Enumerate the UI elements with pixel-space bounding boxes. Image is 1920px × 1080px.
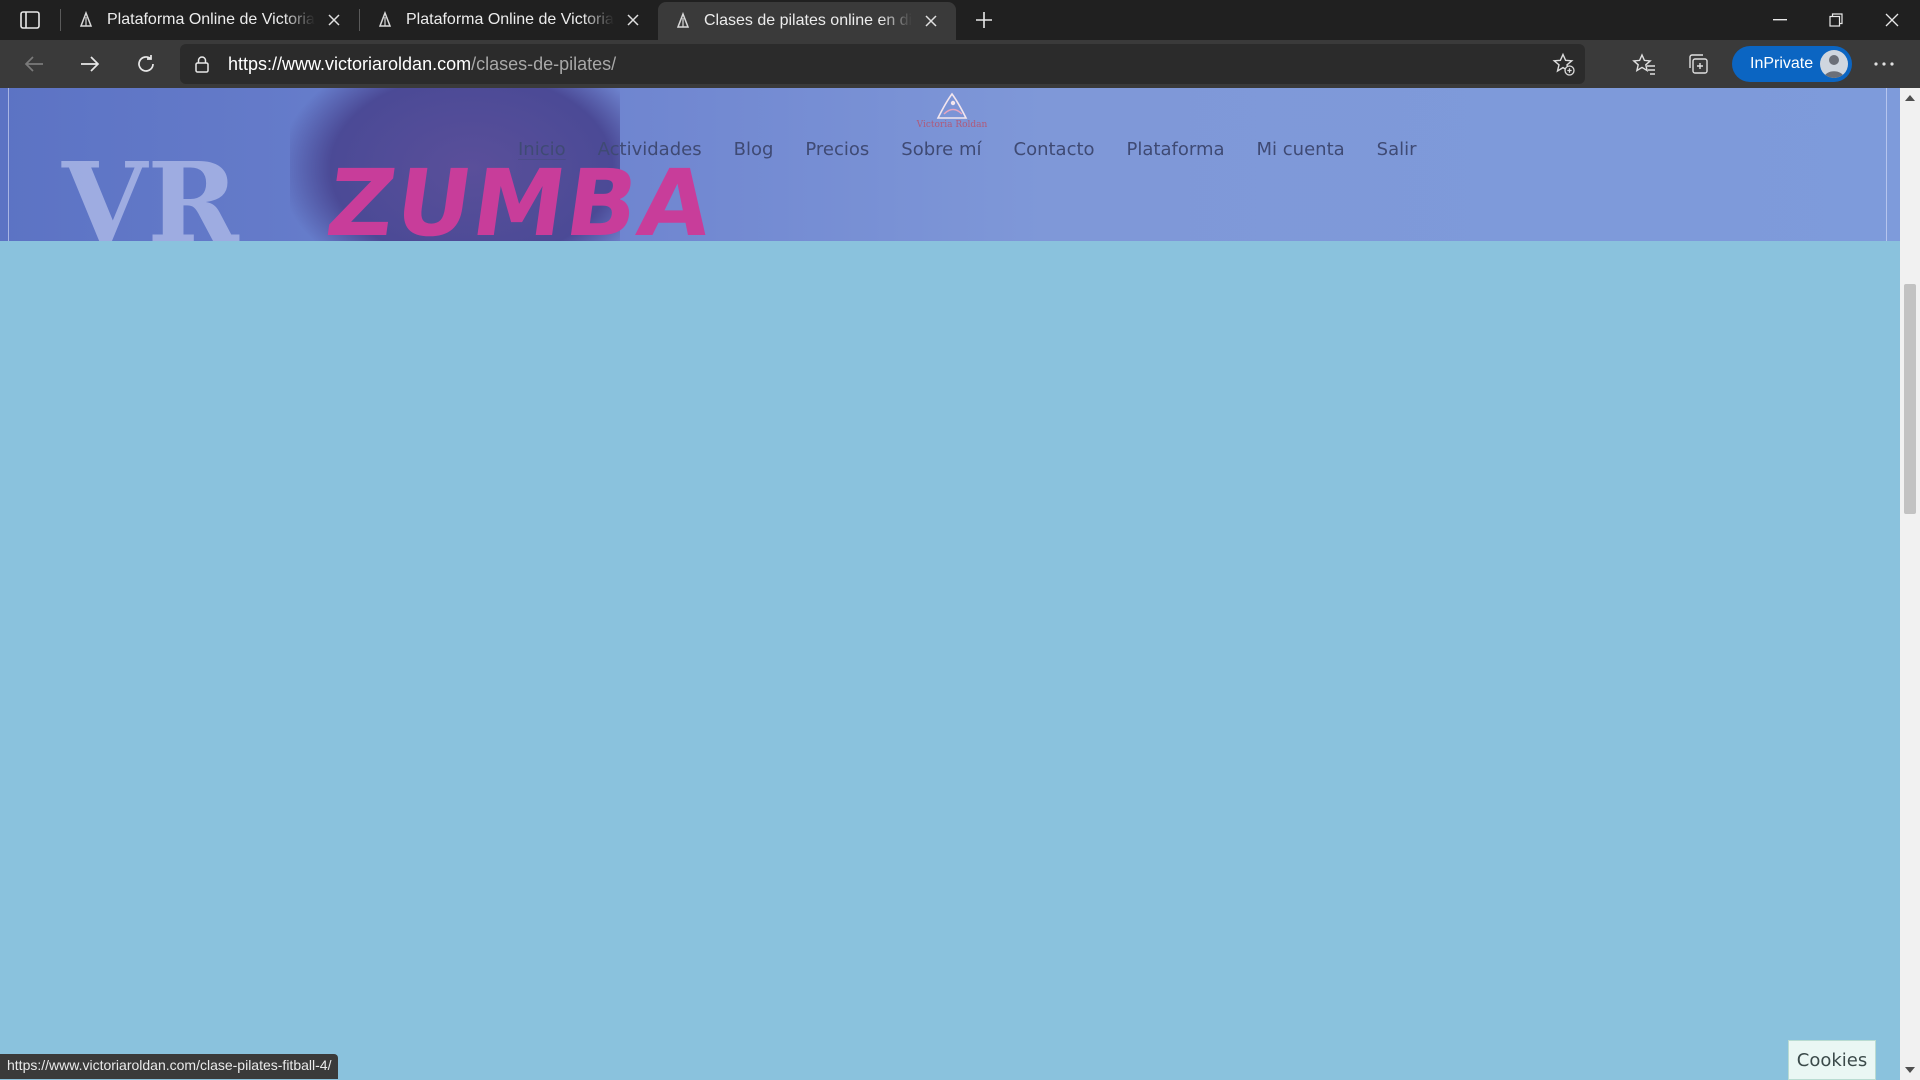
tab-strip: Plataforma Online de Victoria Roldán Pla… xyxy=(0,0,1920,40)
menu-item-contacto[interactable]: Contacto xyxy=(1014,139,1095,160)
refresh-icon xyxy=(138,55,154,72)
header-edge-left xyxy=(8,88,12,241)
logo-figure-icon xyxy=(936,92,968,119)
tab-0[interactable]: Plataforma Online de Victoria Roldán xyxy=(61,0,359,40)
site-favicon-icon xyxy=(79,11,93,27)
restore-button[interactable] xyxy=(1808,0,1864,40)
tab-1[interactable]: Plataforma Online de Victoria Roldán xyxy=(360,0,658,40)
inprivate-button[interactable]: InPrivate xyxy=(1732,46,1852,82)
status-bar-url: https://www.victoriaroldan.com/clase-pil… xyxy=(0,1054,339,1079)
scrollbar-thumb[interactable] xyxy=(1904,284,1916,514)
minimize-icon xyxy=(1773,19,1787,21)
favorites-button[interactable] xyxy=(1624,44,1664,84)
page-scrollbar[interactable] xyxy=(1900,88,1920,1080)
close-icon xyxy=(1885,13,1899,27)
site-logo[interactable]: Victoria Roldan xyxy=(912,92,992,136)
settings-more-button[interactable] xyxy=(1864,44,1904,84)
tab-close-icon[interactable] xyxy=(920,10,942,32)
logo-text: Victoria Roldan xyxy=(916,120,988,130)
close-window-button[interactable] xyxy=(1864,0,1920,40)
window-controls xyxy=(1752,0,1920,40)
tab-title: Plataforma Online de Victoria Roldán xyxy=(406,11,614,28)
collections-icon xyxy=(1689,54,1708,74)
site-header: ZUMBA VR Victoria Roldan Inicio Activida… xyxy=(0,88,1900,241)
reload-button[interactable] xyxy=(124,42,168,86)
tab-actions-button[interactable] xyxy=(0,0,60,40)
inprivate-label: InPrivate xyxy=(1750,55,1814,72)
cookies-button[interactable]: Cookies xyxy=(1788,1040,1876,1080)
page-viewport: ZUMBA VR Victoria Roldan Inicio Activida… xyxy=(0,88,1900,1080)
restore-icon xyxy=(1829,13,1843,27)
arrow-right-icon xyxy=(81,56,100,72)
hero-shirt-text: ZUMBA xyxy=(320,150,720,241)
profile-avatar xyxy=(1820,50,1848,78)
scroll-up-icon[interactable] xyxy=(1900,90,1920,106)
lock-icon[interactable] xyxy=(194,55,228,73)
favorites-icon xyxy=(1632,53,1655,75)
url-text[interactable]: https://www.victoriaroldan.com/clases-de… xyxy=(228,54,616,75)
page-content-area xyxy=(0,241,1900,1080)
menu-item-salir[interactable]: Salir xyxy=(1377,139,1417,160)
url-host: https://www.victoriaroldan.com xyxy=(228,53,472,74)
menu-item-inicio[interactable]: Inicio xyxy=(518,139,566,160)
add-favorite-icon[interactable] xyxy=(1551,52,1575,81)
tab-close-icon[interactable] xyxy=(622,9,644,31)
hero-vr-mark: VR xyxy=(62,138,239,241)
plus-icon xyxy=(976,12,992,28)
tab-close-icon[interactable] xyxy=(323,9,345,31)
new-tab-button[interactable] xyxy=(964,0,1004,40)
tab-2-active[interactable]: Clases de pilates online en directo xyxy=(658,2,956,40)
menu-item-mi-cuenta[interactable]: Mi cuenta xyxy=(1257,139,1345,160)
menu-item-precios[interactable]: Precios xyxy=(805,139,869,160)
browser-toolbar: https://www.victoriaroldan.com/clases-de… xyxy=(0,40,1920,88)
arrow-left-icon xyxy=(24,56,43,72)
menu-item-actividades[interactable]: Actividades xyxy=(598,139,702,160)
collections-button[interactable] xyxy=(1678,44,1718,84)
menu-item-plataforma[interactable]: Plataforma xyxy=(1127,139,1225,160)
tab-title: Clases de pilates online en directo xyxy=(704,12,912,29)
main-menu: Inicio Actividades Blog Precios Sobre mí… xyxy=(518,139,1449,160)
tab-title: Plataforma Online de Victoria Roldán xyxy=(107,11,315,28)
site-favicon-icon xyxy=(378,11,392,27)
address-bar[interactable]: https://www.victoriaroldan.com/clases-de… xyxy=(180,44,1585,84)
back-button[interactable] xyxy=(12,42,56,86)
url-path: /clases-de-pilates/ xyxy=(471,53,617,74)
scroll-down-icon[interactable] xyxy=(1900,1062,1920,1078)
header-edge-right xyxy=(1886,88,1890,241)
menu-item-sobre-mi[interactable]: Sobre mí xyxy=(901,139,981,160)
site-favicon-icon xyxy=(676,12,690,28)
ellipsis-icon xyxy=(1874,62,1894,66)
menu-item-blog[interactable]: Blog xyxy=(734,139,774,160)
forward-button[interactable] xyxy=(68,42,112,86)
tab-actions-icon xyxy=(20,11,40,29)
minimize-button[interactable] xyxy=(1752,0,1808,40)
